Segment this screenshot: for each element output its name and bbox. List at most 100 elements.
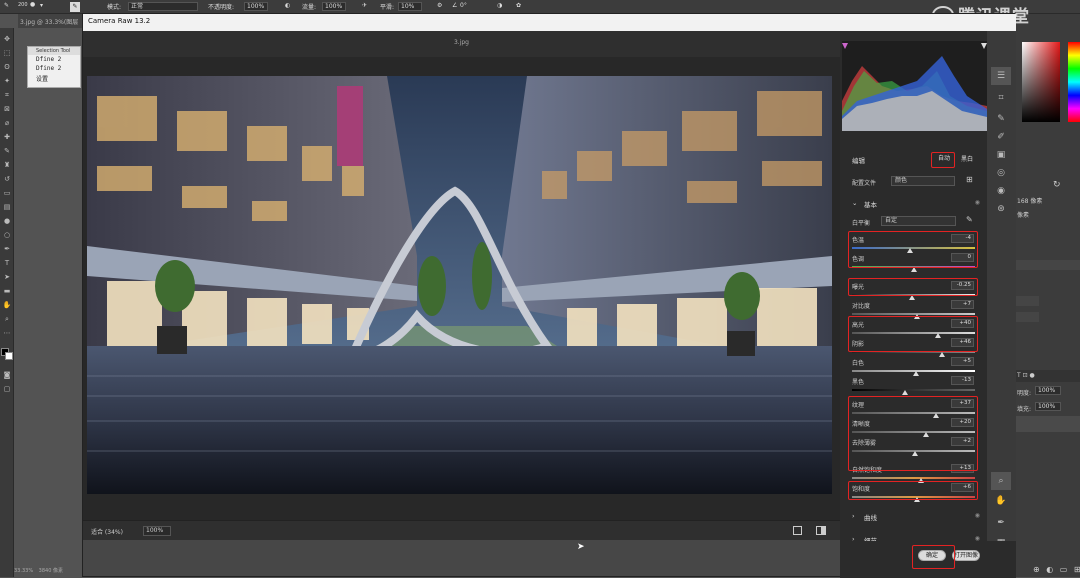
shape-tool-icon[interactable]: ▬: [2, 286, 12, 296]
blacks-slider-thumb[interactable]: [901, 390, 908, 395]
radial-filter-icon[interactable]: ◎: [995, 167, 1007, 179]
basic-section-header[interactable]: ⌄ 基本 ◉: [844, 197, 984, 210]
zoom-icon[interactable]: ⌕: [995, 475, 1007, 487]
eyedropper-tool-icon[interactable]: ⌀: [2, 118, 12, 128]
frame-tool-icon[interactable]: ⊠: [2, 104, 12, 114]
gear-icon[interactable]: ⚙: [437, 2, 442, 9]
pressure-size-icon[interactable]: ◑: [497, 2, 502, 9]
profile-select[interactable]: 颜色: [891, 176, 955, 186]
stamp-tool-icon[interactable]: ♜: [2, 160, 12, 170]
hand-icon[interactable]: ✋: [995, 495, 1007, 507]
image-preview-area: [83, 57, 840, 533]
color-picker-field[interactable]: [1022, 42, 1060, 122]
path-select-icon[interactable]: ➤: [2, 272, 12, 282]
hue-slider[interactable]: [1068, 42, 1080, 122]
white-balance-select[interactable]: 自定: [881, 216, 956, 226]
hand-tool-icon[interactable]: ✋: [2, 300, 12, 310]
dfine-item[interactable]: Dfine 2: [28, 55, 80, 64]
layer-fill-label: 填充:: [1017, 406, 1032, 413]
screen-mode-icon[interactable]: ▢: [2, 384, 12, 394]
contrast-value-field[interactable]: +7: [951, 300, 974, 309]
mode-select[interactable]: 正常: [128, 2, 198, 11]
layer-row[interactable]: [1015, 416, 1080, 432]
opacity-label: 不透明度:: [208, 4, 235, 11]
type-tool-icon[interactable]: T: [2, 258, 12, 268]
whites-slider-thumb[interactable]: [912, 371, 919, 376]
photo-preview[interactable]: [87, 76, 832, 494]
blacks-slider-track[interactable]: [852, 389, 975, 391]
layer-filter-icons[interactable]: T ⊡ ●: [1017, 372, 1035, 379]
panel-field[interactable]: [1015, 296, 1039, 306]
gradient-tool-icon[interactable]: ▤: [2, 202, 12, 212]
whites-value-field[interactable]: +5: [951, 357, 974, 366]
eraser-tool-icon[interactable]: ▭: [2, 188, 12, 198]
single-view-icon[interactable]: [793, 526, 802, 535]
layer-opacity-field[interactable]: 100%: [1035, 386, 1061, 395]
zoom-status: 33.33%: [14, 568, 34, 574]
profile-browser-icon[interactable]: ⊞: [966, 175, 973, 184]
history-brush-icon[interactable]: ↺: [2, 174, 12, 184]
blacks-label: 黑色: [852, 379, 865, 386]
contrast-label: 对比度: [852, 303, 871, 310]
layer-fill-field[interactable]: 100%: [1035, 402, 1061, 411]
before-after-view-icon[interactable]: [816, 526, 826, 535]
airbrush-icon[interactable]: ✈: [362, 2, 367, 9]
move-tool-icon[interactable]: ✥: [2, 34, 12, 44]
ok-highlight-box: [912, 545, 955, 569]
crop-icon[interactable]: ⌗: [995, 92, 1007, 104]
blur-tool-icon[interactable]: ●: [2, 216, 12, 226]
quick-mask-icon[interactable]: ◙: [2, 370, 12, 380]
size-pixels-label: 168 像素: [1017, 198, 1043, 205]
edit-sliders-icon[interactable]: ☰: [995, 70, 1007, 82]
lasso-tool-icon[interactable]: ʘ: [2, 62, 12, 72]
marquee-tool-icon[interactable]: ⬚: [2, 48, 12, 58]
zoom-fit-select[interactable]: 适合 (34%): [91, 527, 123, 536]
dfine-item-2[interactable]: Dfine 2: [28, 64, 80, 73]
healing-tool-icon[interactable]: ✚: [2, 132, 12, 142]
eye-icon[interactable]: ◉: [975, 199, 980, 206]
vibrance-slider-track[interactable]: [852, 477, 975, 479]
background-color-swatch[interactable]: [5, 352, 13, 360]
chevron-down-icon[interactable]: ▾: [40, 2, 43, 9]
brush-settings-icon[interactable]: ✎: [70, 2, 80, 12]
opacity-field[interactable]: 100%: [244, 2, 268, 11]
refresh-icon[interactable]: ↻: [1053, 180, 1061, 190]
brush-tool-icon[interactable]: ✎: [2, 146, 12, 156]
pen-tool-icon[interactable]: ✒: [2, 244, 12, 254]
pressure-opacity-icon[interactable]: ◐: [285, 2, 290, 9]
quick-select-icon[interactable]: ✦: [2, 76, 12, 86]
mask-brush-icon[interactable]: ✐: [995, 131, 1007, 143]
dodge-tool-icon[interactable]: ○: [2, 230, 12, 240]
heal-brush-icon[interactable]: ✎: [995, 113, 1007, 125]
file-name: 3.jpg: [453, 39, 469, 46]
flow-field[interactable]: 100%: [322, 2, 346, 11]
red-eye-icon[interactable]: ◉: [995, 185, 1007, 197]
brush-preset-icon[interactable]: ●: [30, 1, 35, 8]
zoom-percent-select[interactable]: 100%: [143, 526, 171, 536]
settings-item[interactable]: 设置: [28, 73, 80, 84]
open-image-button[interactable]: 打开图像: [952, 550, 980, 561]
smooth-label: 平滑:: [380, 4, 395, 11]
symmetry-icon[interactable]: ✿: [516, 2, 521, 9]
color-sampler-icon[interactable]: ✒: [995, 517, 1007, 529]
eyedropper-icon[interactable]: ✎: [966, 215, 973, 224]
selection-tool-panel: Selection Tool Dfine 2 Dfine 2 设置: [27, 46, 81, 88]
document-tab[interactable]: 3.jpg @ 33.3%(图层: [18, 14, 82, 28]
crop-tool-icon[interactable]: ⌗: [2, 90, 12, 100]
shadows-slider-thumb[interactable]: [938, 352, 945, 357]
layer-actions-icons[interactable]: ⊕ ◐ ▭ ⊞ ▣: [1033, 565, 1080, 574]
chevron-right-icon: ›: [852, 512, 855, 520]
brush-tool-icon[interactable]: ✎: [4, 2, 9, 9]
eye-icon[interactable]: ◉: [975, 512, 980, 519]
graduated-filter-icon[interactable]: ▣: [995, 149, 1007, 161]
zoom-tool-icon[interactable]: ⌕: [2, 314, 12, 324]
basic-section-title: 基本: [864, 201, 877, 209]
bw-button[interactable]: 黑白: [961, 154, 973, 163]
angle-field[interactable]: 0°: [460, 2, 467, 9]
more-tools-icon[interactable]: ⋯: [2, 328, 12, 338]
curve-section-header[interactable]: › 曲线 ◉: [844, 510, 984, 523]
presets-icon[interactable]: ⊛: [995, 203, 1007, 215]
blacks-value-field[interactable]: -13: [951, 376, 974, 385]
smooth-field[interactable]: 10%: [398, 2, 422, 11]
panel-field-2[interactable]: [1015, 312, 1039, 322]
